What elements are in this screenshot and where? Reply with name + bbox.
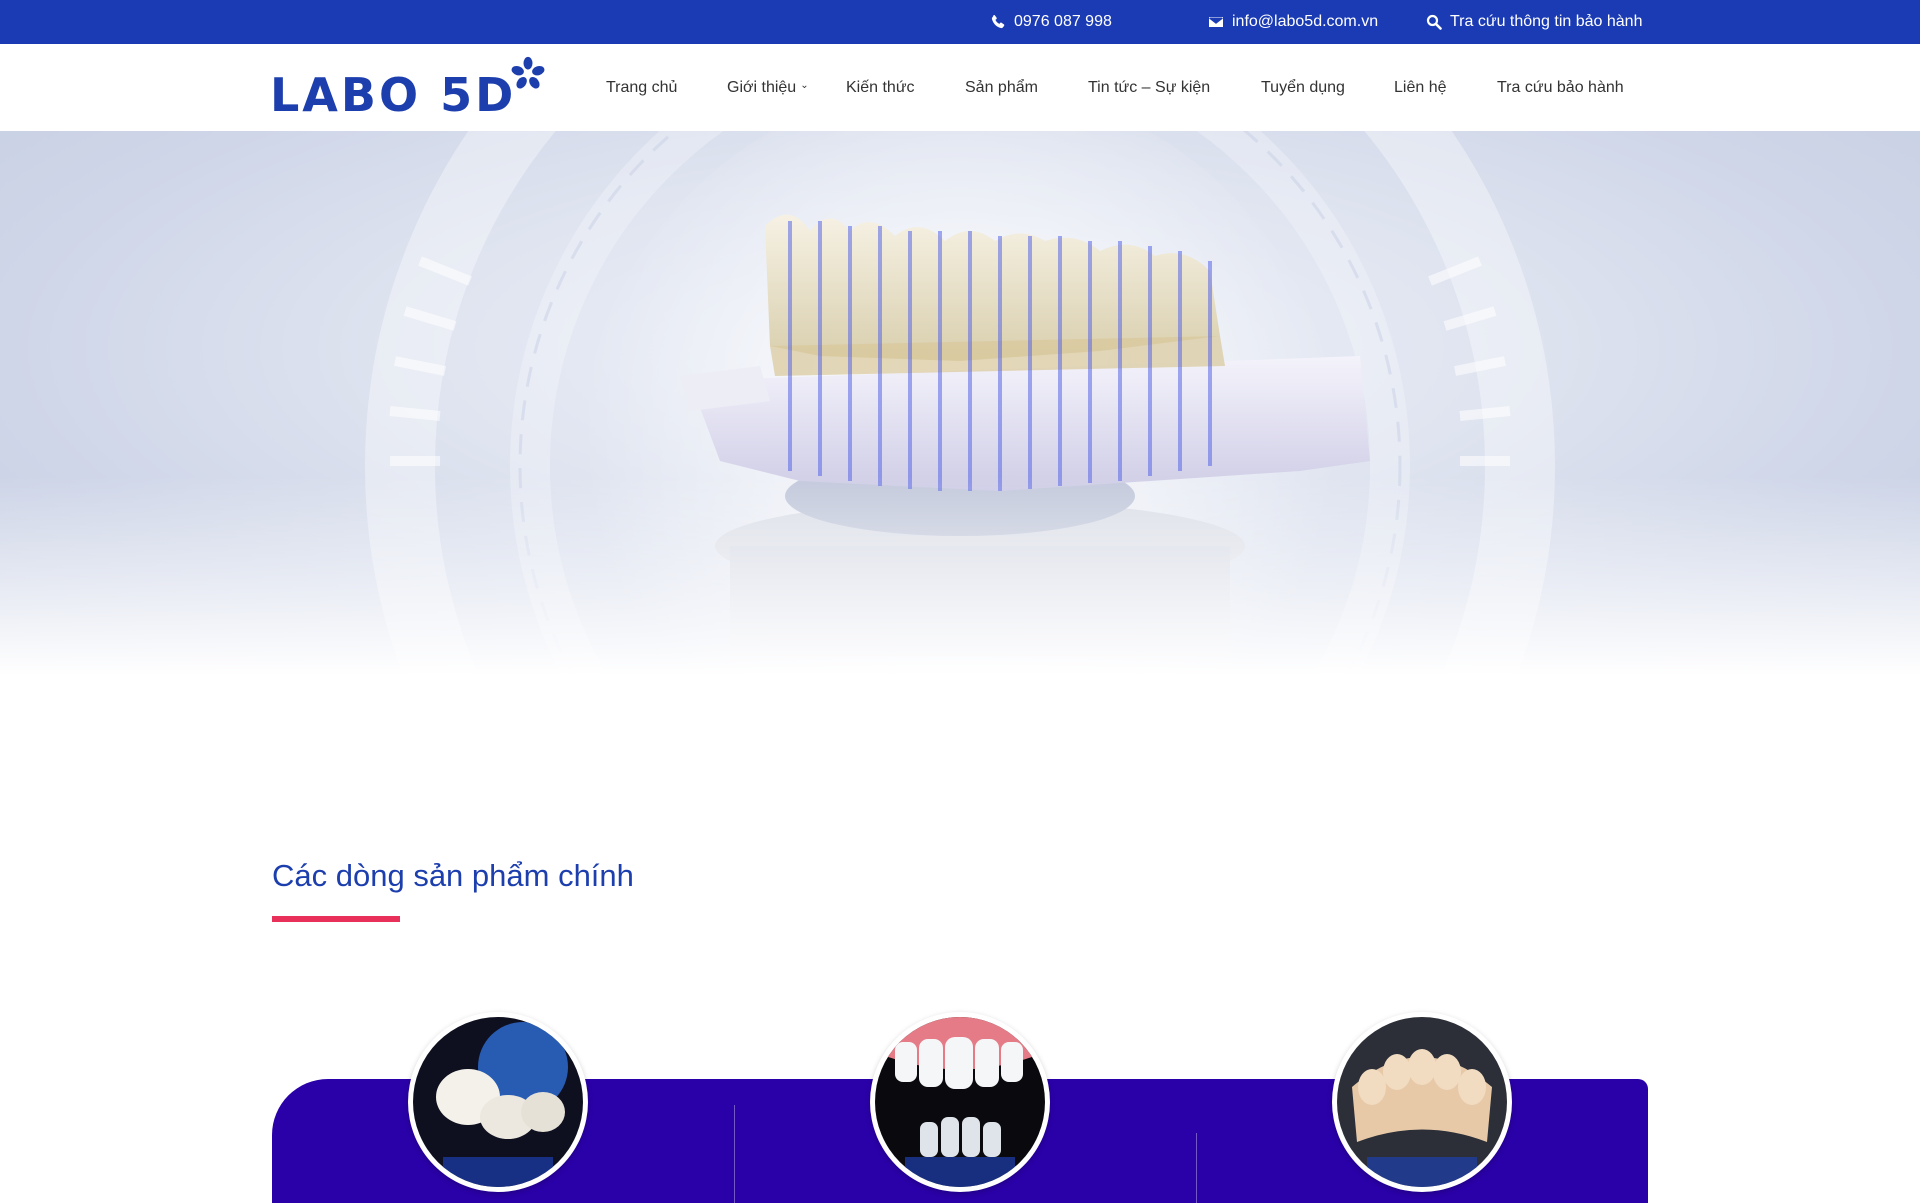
envelope-icon <box>1209 17 1223 27</box>
nav-label: Liên hệ <box>1394 78 1447 96</box>
warranty-lookup-label: Tra cứu thông tin bảo hành <box>1450 13 1643 30</box>
nav-label: Trang chủ <box>606 78 678 96</box>
search-icon <box>1426 14 1442 30</box>
panel-divider <box>734 1105 735 1203</box>
product-card-2[interactable] <box>870 1012 1050 1192</box>
nav-item-knowledge[interactable]: Kiến thức <box>846 44 915 131</box>
nav-item-warranty[interactable]: Tra cứu bảo hành <box>1497 44 1624 131</box>
nav-item-contact[interactable]: Liên hệ <box>1394 44 1447 131</box>
nav-label: Tuyển dụng <box>1261 78 1345 96</box>
phone-number: 0976 087 998 <box>1014 13 1112 30</box>
nav-item-news[interactable]: Tin tức – Sự kiện <box>1088 44 1210 131</box>
product-card-1[interactable] <box>408 1012 588 1192</box>
hero-banner <box>0 131 1920 676</box>
nav-label: Tra cứu bảo hành <box>1497 78 1624 96</box>
nav-item-products[interactable]: Sản phẩm <box>965 44 1038 131</box>
section-title: Các dòng sản phẩm chính <box>272 858 634 893</box>
main-nav: Trang chủ Giới thiệu ⌄ Kiến thức Sản phẩm… <box>0 44 1920 131</box>
main-header: LABO 5D Trang chủ Giới thiệu ⌄ Kiến thức … <box>0 44 1920 131</box>
panel-divider <box>1196 1133 1197 1203</box>
email-address: info@labo5d.com.vn <box>1232 13 1379 30</box>
topbar-warranty-lookup[interactable]: Tra cứu thông tin bảo hành <box>1426 0 1642 44</box>
top-bar: 0976 087 998 info@labo5d.com.vn Tra cứu … <box>0 0 1920 44</box>
nav-label: Sản phẩm <box>965 78 1038 96</box>
topbar-email[interactable]: info@labo5d.com.vn <box>1208 0 1378 44</box>
title-underline <box>272 916 400 922</box>
topbar-phone[interactable]: 0976 087 998 <box>990 0 1112 44</box>
nav-label: Giới thiệu <box>727 78 797 96</box>
chevron-down-icon: ⌄ <box>800 80 809 91</box>
zirconia-arch-image <box>1337 1017 1507 1187</box>
nav-item-home[interactable]: Trang chủ <box>606 44 677 131</box>
product-card-3[interactable] <box>1332 1012 1512 1192</box>
phone-icon <box>991 15 1005 29</box>
nav-label: Kiến thức <box>846 78 915 96</box>
crown-bridge-image <box>413 1017 583 1187</box>
nav-item-about[interactable]: Giới thiệu ⌄ <box>727 44 809 131</box>
nav-item-careers[interactable]: Tuyển dụng <box>1261 44 1345 131</box>
hero-fade <box>0 476 1920 676</box>
veneer-smile-image <box>875 1017 1045 1187</box>
nav-label: Tin tức – Sự kiện <box>1088 78 1211 96</box>
